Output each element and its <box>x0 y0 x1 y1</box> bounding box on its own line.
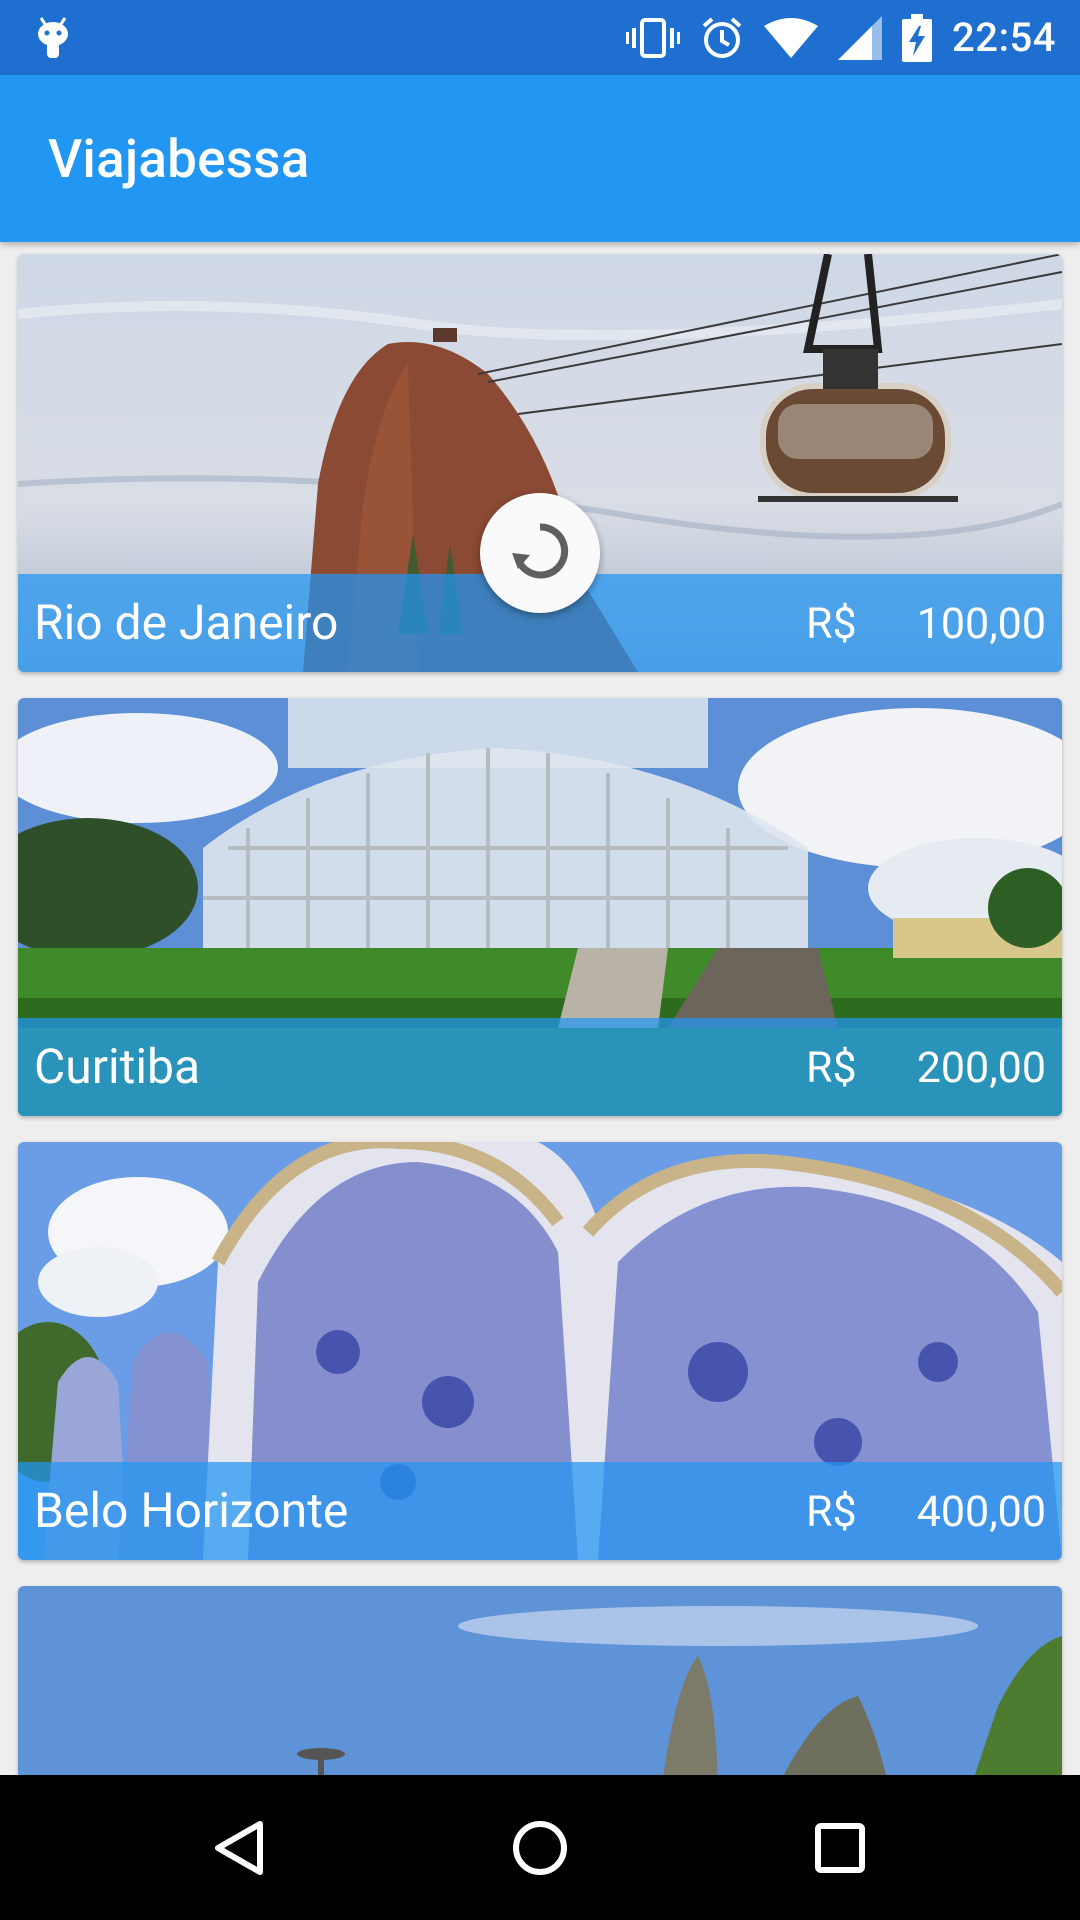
package-card-curitiba[interactable]: Curitiba R$ 200,00 <box>18 698 1062 1116</box>
vibrate-icon <box>626 17 681 58</box>
app-bar: Viajabessa <box>0 75 1080 242</box>
recents-icon[interactable] <box>804 1812 876 1884</box>
android-debug-icon <box>36 14 70 62</box>
package-price: 400,00 <box>916 1487 1046 1537</box>
package-price: 200,00 <box>916 1043 1046 1093</box>
package-city: Curitiba <box>34 1038 201 1095</box>
package-currency: R$ <box>806 1487 857 1537</box>
navigation-bar <box>0 1775 1080 1920</box>
package-city: Rio de Janeiro <box>34 594 339 651</box>
home-icon[interactable] <box>504 1812 576 1884</box>
package-city: Belo Horizonte <box>34 1482 349 1539</box>
wifi-icon <box>764 17 819 58</box>
status-clock: 22:54 <box>952 14 1056 61</box>
package-card-4[interactable] <box>18 1586 1062 1775</box>
refresh-indicator <box>480 493 600 613</box>
package-card-belo-horizonte[interactable]: Belo Horizonte R$ 400,00 <box>18 1142 1062 1560</box>
package-price: 100,00 <box>916 599 1046 649</box>
package-image-4 <box>18 1586 1062 1775</box>
package-list[interactable]: Rio de Janeiro R$ 100,00 Curitiba R$ 200… <box>0 242 1080 1775</box>
app-title: Viajabessa <box>48 128 310 190</box>
package-currency: R$ <box>806 1043 857 1093</box>
status-bar: 22:54 <box>0 0 1080 75</box>
package-caption: Curitiba R$ 200,00 <box>18 1018 1062 1116</box>
package-caption: Belo Horizonte R$ 400,00 <box>18 1462 1062 1560</box>
alarm-icon <box>700 16 744 60</box>
signal-icon <box>838 15 883 60</box>
refresh-icon <box>508 519 572 587</box>
battery-charging-icon <box>902 13 933 62</box>
package-currency: R$ <box>806 599 857 649</box>
back-icon[interactable] <box>204 1812 276 1884</box>
